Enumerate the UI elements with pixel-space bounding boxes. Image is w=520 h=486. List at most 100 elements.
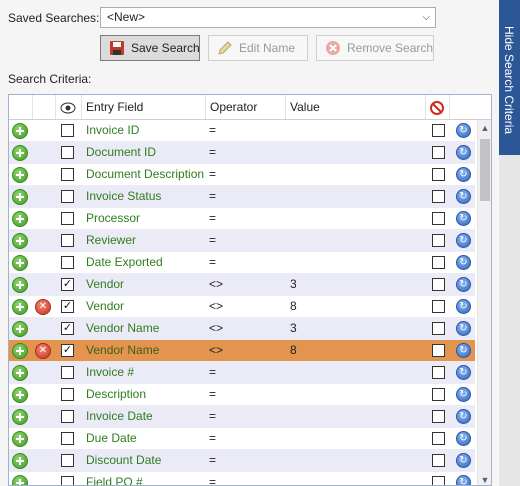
header-entry-field[interactable]: Entry Field [82,95,206,119]
operator-cell[interactable]: = [209,362,216,383]
refresh-icon[interactable]: ↻ [456,167,471,182]
refresh-icon[interactable]: ↻ [456,387,471,402]
visible-checkbox[interactable]: ✓ [61,300,74,313]
exclude-checkbox[interactable] [432,124,445,137]
table-row[interactable]: ✕ ✓ Vendor Name <> 8 ↻ [9,340,475,362]
save-search-button[interactable]: Save Search [100,35,200,61]
header-operator[interactable]: Operator [206,95,286,119]
visible-checkbox[interactable] [61,366,74,379]
exclude-checkbox[interactable] [432,410,445,423]
visible-checkbox[interactable] [61,146,74,159]
entry-field-cell[interactable]: Document ID [86,142,156,163]
add-criteria-icon[interactable] [12,123,28,139]
operator-cell[interactable]: = [209,142,216,163]
add-criteria-icon[interactable] [12,145,28,161]
exclude-checkbox[interactable] [432,388,445,401]
add-criteria-icon[interactable] [12,453,28,469]
add-criteria-icon[interactable] [12,189,28,205]
refresh-icon[interactable]: ↻ [456,189,471,204]
refresh-icon[interactable]: ↻ [456,255,471,270]
visible-checkbox[interactable] [61,410,74,423]
visible-checkbox[interactable] [61,256,74,269]
add-criteria-icon[interactable] [12,343,28,359]
operator-cell[interactable]: = [209,164,216,185]
table-row[interactable]: Invoice ID = ↻ [9,120,475,142]
refresh-icon[interactable]: ↻ [456,409,471,424]
visible-checkbox[interactable] [61,212,74,225]
refresh-icon[interactable]: ↻ [456,277,471,292]
table-row[interactable]: Invoice Status = ↻ [9,186,475,208]
add-criteria-icon[interactable] [12,233,28,249]
entry-field-cell[interactable]: Due Date [86,428,137,449]
remove-search-button[interactable]: Remove Search [316,35,434,61]
entry-field-cell[interactable]: Vendor [86,274,124,295]
entry-field-cell[interactable]: Discount Date [86,450,161,471]
exclude-checkbox[interactable] [432,212,445,225]
entry-field-cell[interactable]: Date Exported [86,252,163,273]
saved-searches-dropdown[interactable]: <New> ⌵ [100,7,436,28]
operator-cell[interactable]: = [209,428,216,449]
operator-cell[interactable]: = [209,384,216,405]
add-criteria-icon[interactable] [12,277,28,293]
header-exclude-column[interactable] [426,95,450,119]
add-criteria-icon[interactable] [12,255,28,271]
exclude-checkbox[interactable] [432,322,445,335]
value-cell[interactable]: 3 [290,274,297,295]
hide-search-criteria-tab[interactable]: Hide Search Criteria [499,0,520,155]
visible-checkbox[interactable] [61,476,74,485]
table-row[interactable]: Invoice # = ↻ [9,362,475,384]
refresh-icon[interactable]: ↻ [456,321,471,336]
visible-checkbox[interactable]: ✓ [61,278,74,291]
refresh-icon[interactable]: ↻ [456,343,471,358]
add-criteria-icon[interactable] [12,409,28,425]
scroll-up-icon[interactable]: ▲ [480,123,490,133]
table-row[interactable]: Due Date = ↻ [9,428,475,450]
operator-cell[interactable]: <> [209,340,223,361]
vertical-scrollbar[interactable]: ▲ ▼ [477,120,491,485]
table-row[interactable]: ✓ Vendor <> 3 ↻ [9,274,475,296]
table-row[interactable]: Date Exported = ↻ [9,252,475,274]
header-remove-column[interactable] [33,95,56,119]
table-row[interactable]: ✕ ✓ Vendor <> 8 ↻ [9,296,475,318]
add-criteria-icon[interactable] [12,321,28,337]
remove-criteria-icon[interactable]: ✕ [35,343,51,359]
table-row[interactable]: Field PO # = ↻ [9,472,475,485]
entry-field-cell[interactable]: Vendor Name [86,340,159,361]
exclude-checkbox[interactable] [432,454,445,467]
operator-cell[interactable]: <> [209,274,223,295]
refresh-icon[interactable]: ↻ [456,233,471,248]
entry-field-cell[interactable]: Vendor Name [86,318,159,339]
add-criteria-icon[interactable] [12,431,28,447]
edit-name-button[interactable]: Edit Name [208,35,308,61]
exclude-checkbox[interactable] [432,168,445,181]
operator-cell[interactable]: = [209,230,216,251]
exclude-checkbox[interactable] [432,256,445,269]
add-criteria-icon[interactable] [12,387,28,403]
visible-checkbox[interactable] [61,432,74,445]
scroll-thumb[interactable] [480,139,490,201]
entry-field-cell[interactable]: Invoice Date [86,406,153,427]
value-cell[interactable]: 3 [290,318,297,339]
operator-cell[interactable]: = [209,208,216,229]
refresh-icon[interactable]: ↻ [456,123,471,138]
exclude-checkbox[interactable] [432,278,445,291]
exclude-checkbox[interactable] [432,146,445,159]
refresh-icon[interactable]: ↻ [456,211,471,226]
entry-field-cell[interactable]: Invoice Status [86,186,161,207]
operator-cell[interactable]: = [209,252,216,273]
header-visibility-column[interactable] [56,95,82,119]
visible-checkbox[interactable] [61,168,74,181]
operator-cell[interactable]: = [209,450,216,471]
exclude-checkbox[interactable] [432,476,445,485]
table-row[interactable]: ✓ Vendor Name <> 3 ↻ [9,318,475,340]
entry-field-cell[interactable]: Processor [86,208,140,229]
entry-field-cell[interactable]: Vendor [86,296,124,317]
add-criteria-icon[interactable] [12,211,28,227]
add-criteria-icon[interactable] [12,167,28,183]
add-criteria-icon[interactable] [12,475,28,485]
add-criteria-icon[interactable] [12,299,28,315]
visible-checkbox[interactable]: ✓ [61,344,74,357]
exclude-checkbox[interactable] [432,190,445,203]
entry-field-cell[interactable]: Description [86,384,146,405]
scroll-down-icon[interactable]: ▼ [480,475,490,485]
